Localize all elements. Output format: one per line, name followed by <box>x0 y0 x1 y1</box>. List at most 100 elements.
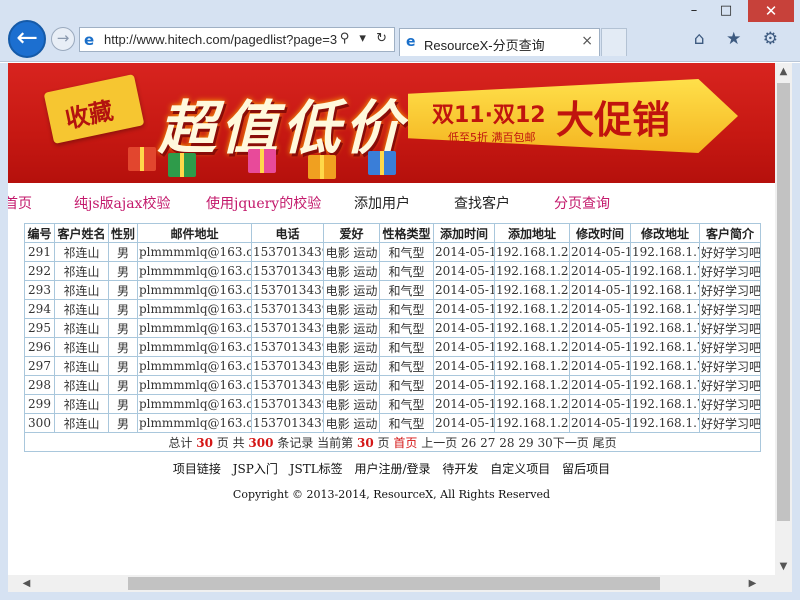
maximize-button[interactable]: □ <box>712 0 740 22</box>
table-cell: 和气型 <box>379 375 434 395</box>
table-cell: 男 <box>108 280 138 300</box>
table-cell: plmmmmlq@163.com <box>137 356 252 376</box>
table-cell: 15370134395 <box>251 261 324 281</box>
table-cell: 294 <box>24 299 55 319</box>
table-cell: 电影 运动 <box>323 413 380 433</box>
banner-ribbon-text: 收藏 <box>62 96 116 134</box>
address-bar[interactable]: e http://www.hitech.com/pagedlist?page=3… <box>79 27 395 52</box>
footer-link[interactable]: 用户注册/登录 <box>355 462 431 476</box>
pager-page-link[interactable]: 28 <box>499 436 514 450</box>
table-cell: 2014-05-15 <box>433 413 495 433</box>
table-cell: 15370134395 <box>251 375 324 395</box>
table-cell: 192.168.1.77 <box>630 375 700 395</box>
gift-box-icon <box>368 151 396 175</box>
nav-link-js-ajax[interactable]: 纯js版ajax校验 <box>74 193 170 213</box>
pager-page-link[interactable]: 30 <box>537 436 552 450</box>
table-cell: 192.168.1.254 <box>494 261 570 281</box>
pager-first-link[interactable]: 首页 <box>393 436 417 450</box>
table-cell: plmmmmlq@163.com <box>137 375 252 395</box>
table-cell: 192.168.1.77 <box>630 242 700 262</box>
nav-link-home[interactable]: 首页 <box>8 193 32 213</box>
table-cell: 292 <box>24 261 55 281</box>
table-cell: 2014-05-15 <box>569 413 631 433</box>
table-cell: plmmmmlq@163.com <box>137 242 252 262</box>
footer-link[interactable]: JSTL标签 <box>290 462 343 476</box>
column-header: 客户姓名 <box>54 223 109 243</box>
table-cell: 2014-05-15 <box>569 318 631 338</box>
nav-link-find-customer[interactable]: 查找客户 <box>454 193 510 213</box>
scroll-down-icon[interactable]: ▼ <box>775 558 792 575</box>
footer-link[interactable]: 项目链接 <box>173 462 221 476</box>
banner-promo-discount: 低至5折 满百包邮 <box>448 131 536 144</box>
forward-button[interactable]: → <box>51 27 75 51</box>
table-cell: 2014-05-15 <box>433 242 495 262</box>
banner-promo-dates: 双11·双12 <box>432 103 546 128</box>
table-cell: 男 <box>108 413 138 433</box>
table-cell: 好好学习吧 <box>699 261 761 281</box>
scroll-up-icon[interactable]: ▲ <box>775 63 792 80</box>
table-cell: 293 <box>24 280 55 300</box>
table-cell: 192.168.1.77 <box>630 394 700 414</box>
table-cell: 和气型 <box>379 242 434 262</box>
nav-link-paged-query[interactable]: 分页查询 <box>554 193 610 213</box>
vertical-scroll-thumb[interactable] <box>777 83 790 521</box>
url-text[interactable]: http://www.hitech.com/pagedlist?page=3 <box>104 32 342 47</box>
vertical-scrollbar[interactable]: ▲ ▼ <box>775 63 792 575</box>
gift-box-icon <box>308 155 336 179</box>
table-cell: 祁连山 <box>54 242 109 262</box>
page-viewport: 收藏 超值低价 双11·双12 低至5折 满百包邮 大促销 首页 纯js版aja… <box>8 63 775 575</box>
table-cell: 297 <box>24 356 55 376</box>
table-cell: 15370134395 <box>251 280 324 300</box>
footer-link[interactable]: 待开发 <box>442 462 478 476</box>
nav-bar: 首页 纯js版ajax校验 使用jquery的校验 添加用户 查找客户 分页查询 <box>8 193 775 217</box>
footer-link[interactable]: 自定义项目 <box>490 462 550 476</box>
footer-link[interactable]: JSP入门 <box>233 462 278 476</box>
table-cell: plmmmmlq@163.com <box>137 318 252 338</box>
table-cell: 2014-05-15 <box>433 337 495 357</box>
table-cell: 300 <box>24 413 55 433</box>
search-refresh-icons[interactable]: ⚲ ▾ ↻ <box>340 31 390 46</box>
back-button[interactable]: ← <box>8 20 46 58</box>
column-header: 性格类型 <box>379 223 434 243</box>
table-cell: plmmmmlq@163.com <box>137 413 252 433</box>
pager-next-link[interactable]: 下一页 <box>553 436 589 450</box>
table-row: 297祁连山男plmmmmlq@163.com15370134395电影 运动和… <box>24 356 761 376</box>
horizontal-scrollbar[interactable]: ◀ ▶ <box>8 575 775 592</box>
nav-link-jquery[interactable]: 使用jquery的校验 <box>206 193 321 213</box>
table-cell: 祁连山 <box>54 299 109 319</box>
table-cell: 2014-05-15 <box>433 280 495 300</box>
pager-last-link[interactable]: 尾页 <box>593 436 617 450</box>
new-tab-button[interactable] <box>601 28 627 56</box>
pager-total-pages: 30 <box>196 435 213 450</box>
table-cell: 192.168.1.254 <box>494 318 570 338</box>
table-cell: 192.168.1.254 <box>494 413 570 433</box>
footer-link[interactable]: 留后项目 <box>562 462 610 476</box>
table-cell: 电影 运动 <box>323 337 380 357</box>
tab-close-icon[interactable]: × <box>581 33 593 49</box>
customer-table: 编号 客户姓名 性别 邮件地址 电话 爱好 性格类型 添加时间 添加地址 修改时… <box>24 223 761 452</box>
table-cell: 祁连山 <box>54 280 109 300</box>
scroll-left-icon[interactable]: ◀ <box>18 575 35 592</box>
horizontal-scroll-thumb[interactable] <box>128 577 660 590</box>
table-cell: 2014-05-15 <box>569 337 631 357</box>
pager-prev-link[interactable]: 上一页 <box>421 436 457 450</box>
pager-page-link[interactable]: 26 <box>461 436 476 450</box>
promo-banner: 收藏 超值低价 双11·双12 低至5折 满百包邮 大促销 <box>8 63 775 183</box>
table-cell: 2014-05-15 <box>433 394 495 414</box>
table-cell: 和气型 <box>379 337 434 357</box>
table-cell: 祁连山 <box>54 318 109 338</box>
table-cell: 15370134395 <box>251 337 324 357</box>
nav-link-add-user[interactable]: 添加用户 <box>354 193 410 213</box>
table-cell: 好好学习吧 <box>699 318 761 338</box>
pager-page-link[interactable]: 29 <box>518 436 533 450</box>
browser-tab-active[interactable]: e ResourceX-分页查询 × <box>399 28 600 56</box>
toolbar-icons[interactable]: ⌂ ★ ⚙ <box>694 29 786 49</box>
table-cell: 祁连山 <box>54 375 109 395</box>
table-cell: 15370134395 <box>251 318 324 338</box>
minimize-button[interactable]: – <box>680 0 708 22</box>
window-frame-left <box>0 63 8 592</box>
table-cell: 192.168.1.254 <box>494 356 570 376</box>
close-window-button[interactable]: ✕ <box>748 0 794 22</box>
pager-page-link[interactable]: 27 <box>480 436 495 450</box>
scroll-right-icon[interactable]: ▶ <box>744 575 761 592</box>
